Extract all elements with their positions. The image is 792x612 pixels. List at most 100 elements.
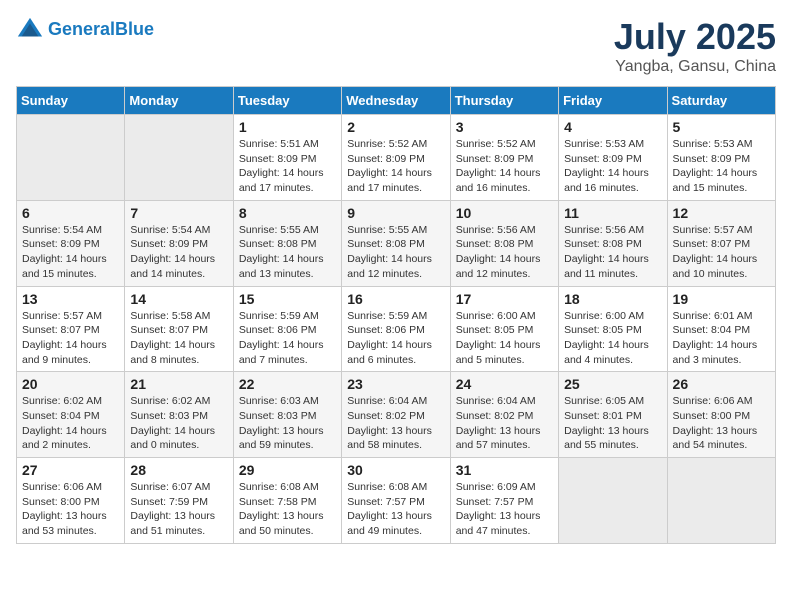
day-header-sunday: Sunday bbox=[17, 87, 125, 115]
calendar-cell: 5 Sunrise: 5:53 AMSunset: 8:09 PMDaylight… bbox=[667, 115, 775, 201]
calendar-cell: 23 Sunrise: 6:04 AMSunset: 8:02 PMDayligh… bbox=[342, 372, 450, 458]
calendar-cell: 9 Sunrise: 5:55 AMSunset: 8:08 PMDaylight… bbox=[342, 200, 450, 286]
week-row-5: 27 Sunrise: 6:06 AMSunset: 8:00 PMDayligh… bbox=[17, 458, 776, 544]
calendar-cell: 10 Sunrise: 5:56 AMSunset: 8:08 PMDayligh… bbox=[450, 200, 558, 286]
day-info: Sunrise: 5:56 AMSunset: 8:08 PMDaylight:… bbox=[564, 223, 661, 282]
calendar-cell: 28 Sunrise: 6:07 AMSunset: 7:59 PMDayligh… bbox=[125, 458, 233, 544]
day-number: 16 bbox=[347, 291, 444, 307]
day-info: Sunrise: 6:04 AMSunset: 8:02 PMDaylight:… bbox=[347, 394, 444, 453]
day-info: Sunrise: 5:56 AMSunset: 8:08 PMDaylight:… bbox=[456, 223, 553, 282]
day-info: Sunrise: 5:57 AMSunset: 8:07 PMDaylight:… bbox=[22, 309, 119, 368]
day-info: Sunrise: 6:00 AMSunset: 8:05 PMDaylight:… bbox=[564, 309, 661, 368]
day-info: Sunrise: 6:07 AMSunset: 7:59 PMDaylight:… bbox=[130, 480, 227, 539]
calendar-header: SundayMondayTuesdayWednesdayThursdayFrid… bbox=[17, 87, 776, 115]
week-row-4: 20Sunrise: 6:02 AMSunset: 8:04 PMDayligh… bbox=[17, 372, 776, 458]
calendar-cell: 14 Sunrise: 5:58 AMSunset: 8:07 PMDayligh… bbox=[125, 286, 233, 372]
day-info: Sunrise: 6:06 AMSunset: 8:00 PMDaylight:… bbox=[22, 480, 119, 539]
day-number: 1 bbox=[239, 119, 336, 135]
logo: GeneralBlue bbox=[16, 16, 154, 44]
day-info: Sunrise: 5:59 AMSunset: 8:06 PMDaylight:… bbox=[239, 309, 336, 368]
day-info: Sunrise: 5:53 AMSunset: 8:09 PMDaylight:… bbox=[564, 137, 661, 196]
day-number: 22 bbox=[239, 376, 336, 392]
subtitle: Yangba, Gansu, China bbox=[614, 58, 776, 76]
day-info: Sunrise: 6:04 AMSunset: 8:02 PMDaylight:… bbox=[456, 394, 553, 453]
header: GeneralBlue July 2025 Yangba, Gansu, Chi… bbox=[16, 16, 776, 76]
calendar-cell: 22 Sunrise: 6:03 AMSunset: 8:03 PMDayligh… bbox=[233, 372, 341, 458]
day-info: Sunrise: 6:08 AMSunset: 7:57 PMDaylight:… bbox=[347, 480, 444, 539]
calendar: SundayMondayTuesdayWednesdayThursdayFrid… bbox=[16, 86, 776, 544]
calendar-cell: 19Sunrise: 6:01 AMSunset: 8:04 PMDayligh… bbox=[667, 286, 775, 372]
day-info: Sunrise: 6:00 AMSunset: 8:05 PMDaylight:… bbox=[456, 309, 553, 368]
day-number: 31 bbox=[456, 462, 553, 478]
day-info: Sunrise: 5:54 AMSunset: 8:09 PMDaylight:… bbox=[22, 223, 119, 282]
calendar-cell: 3 Sunrise: 5:52 AMSunset: 8:09 PMDaylight… bbox=[450, 115, 558, 201]
day-info: Sunrise: 6:02 AMSunset: 8:03 PMDaylight:… bbox=[130, 394, 227, 453]
day-number: 7 bbox=[130, 205, 227, 221]
day-number: 25 bbox=[564, 376, 661, 392]
day-header-friday: Friday bbox=[559, 87, 667, 115]
day-number: 15 bbox=[239, 291, 336, 307]
day-info: Sunrise: 5:57 AMSunset: 8:07 PMDaylight:… bbox=[673, 223, 770, 282]
day-number: 2 bbox=[347, 119, 444, 135]
calendar-cell: 2 Sunrise: 5:52 AMSunset: 8:09 PMDaylight… bbox=[342, 115, 450, 201]
day-number: 10 bbox=[456, 205, 553, 221]
day-info: Sunrise: 5:52 AMSunset: 8:09 PMDaylight:… bbox=[456, 137, 553, 196]
logo-text: GeneralBlue bbox=[48, 20, 154, 40]
day-number: 14 bbox=[130, 291, 227, 307]
day-info: Sunrise: 6:06 AMSunset: 8:00 PMDaylight:… bbox=[673, 394, 770, 453]
calendar-cell bbox=[125, 115, 233, 201]
logo-icon bbox=[16, 16, 44, 44]
day-number: 5 bbox=[673, 119, 770, 135]
day-info: Sunrise: 5:55 AMSunset: 8:08 PMDaylight:… bbox=[239, 223, 336, 282]
day-number: 27 bbox=[22, 462, 119, 478]
main-title: July 2025 bbox=[614, 16, 776, 58]
logo-line1: General bbox=[48, 19, 115, 39]
day-number: 17 bbox=[456, 291, 553, 307]
title-area: July 2025 Yangba, Gansu, China bbox=[614, 16, 776, 76]
calendar-cell bbox=[17, 115, 125, 201]
calendar-cell: 6 Sunrise: 5:54 AMSunset: 8:09 PMDaylight… bbox=[17, 200, 125, 286]
calendar-cell: 13 Sunrise: 5:57 AMSunset: 8:07 PMDayligh… bbox=[17, 286, 125, 372]
day-number: 3 bbox=[456, 119, 553, 135]
day-number: 20 bbox=[22, 376, 119, 392]
day-number: 18 bbox=[564, 291, 661, 307]
day-number: 30 bbox=[347, 462, 444, 478]
days-row: SundayMondayTuesdayWednesdayThursdayFrid… bbox=[17, 87, 776, 115]
day-info: Sunrise: 6:03 AMSunset: 8:03 PMDaylight:… bbox=[239, 394, 336, 453]
day-info: Sunrise: 5:55 AMSunset: 8:08 PMDaylight:… bbox=[347, 223, 444, 282]
day-number: 23 bbox=[347, 376, 444, 392]
calendar-cell bbox=[667, 458, 775, 544]
day-info: Sunrise: 5:58 AMSunset: 8:07 PMDaylight:… bbox=[130, 309, 227, 368]
day-info: Sunrise: 6:01 AMSunset: 8:04 PMDaylight:… bbox=[673, 309, 770, 368]
calendar-cell: 24Sunrise: 6:04 AMSunset: 8:02 PMDayligh… bbox=[450, 372, 558, 458]
day-number: 12 bbox=[673, 205, 770, 221]
calendar-cell: 20Sunrise: 6:02 AMSunset: 8:04 PMDayligh… bbox=[17, 372, 125, 458]
day-header-wednesday: Wednesday bbox=[342, 87, 450, 115]
day-number: 28 bbox=[130, 462, 227, 478]
week-row-3: 13 Sunrise: 5:57 AMSunset: 8:07 PMDayligh… bbox=[17, 286, 776, 372]
day-number: 8 bbox=[239, 205, 336, 221]
calendar-cell: 29Sunrise: 6:08 AMSunset: 7:58 PMDayligh… bbox=[233, 458, 341, 544]
calendar-cell: 27 Sunrise: 6:06 AMSunset: 8:00 PMDayligh… bbox=[17, 458, 125, 544]
day-number: 9 bbox=[347, 205, 444, 221]
calendar-cell: 17 Sunrise: 6:00 AMSunset: 8:05 PMDayligh… bbox=[450, 286, 558, 372]
day-info: Sunrise: 5:59 AMSunset: 8:06 PMDaylight:… bbox=[347, 309, 444, 368]
calendar-cell: 15 Sunrise: 5:59 AMSunset: 8:06 PMDayligh… bbox=[233, 286, 341, 372]
day-header-monday: Monday bbox=[125, 87, 233, 115]
day-info: Sunrise: 5:52 AMSunset: 8:09 PMDaylight:… bbox=[347, 137, 444, 196]
day-number: 13 bbox=[22, 291, 119, 307]
day-header-saturday: Saturday bbox=[667, 87, 775, 115]
week-row-2: 6 Sunrise: 5:54 AMSunset: 8:09 PMDaylight… bbox=[17, 200, 776, 286]
day-number: 6 bbox=[22, 205, 119, 221]
day-info: Sunrise: 6:09 AMSunset: 7:57 PMDaylight:… bbox=[456, 480, 553, 539]
calendar-cell bbox=[559, 458, 667, 544]
day-info: Sunrise: 5:54 AMSunset: 8:09 PMDaylight:… bbox=[130, 223, 227, 282]
day-info: Sunrise: 5:53 AMSunset: 8:09 PMDaylight:… bbox=[673, 137, 770, 196]
calendar-cell: 16 Sunrise: 5:59 AMSunset: 8:06 PMDayligh… bbox=[342, 286, 450, 372]
day-info: Sunrise: 6:08 AMSunset: 7:58 PMDaylight:… bbox=[239, 480, 336, 539]
day-header-tuesday: Tuesday bbox=[233, 87, 341, 115]
day-number: 21 bbox=[130, 376, 227, 392]
calendar-cell: 12 Sunrise: 5:57 AMSunset: 8:07 PMDayligh… bbox=[667, 200, 775, 286]
day-number: 4 bbox=[564, 119, 661, 135]
week-row-1: 1Sunrise: 5:51 AMSunset: 8:09 PMDaylight… bbox=[17, 115, 776, 201]
